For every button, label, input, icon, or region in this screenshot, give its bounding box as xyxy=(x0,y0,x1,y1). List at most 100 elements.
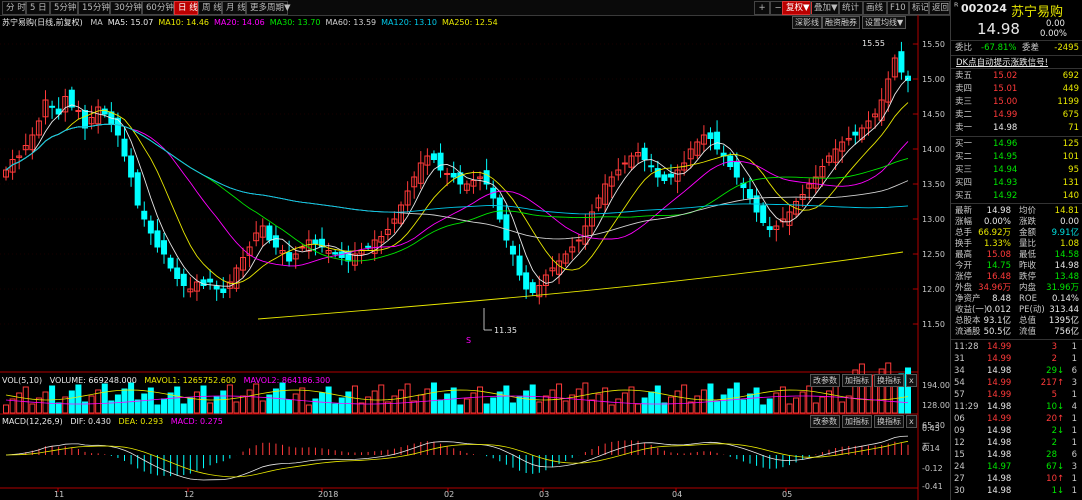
volume-bar xyxy=(55,402,62,414)
candle-body xyxy=(714,131,721,150)
candle-body xyxy=(437,152,444,171)
bid-row[interactable]: 买五 14.92 140 xyxy=(951,191,1082,202)
candle-body xyxy=(128,155,135,178)
price-tick: 15.00 xyxy=(922,75,945,84)
stat-row: 最新 14.98 均价 14.81 xyxy=(955,206,1079,216)
stat-row: 涨幅 0.00% 涨跌 0.00 xyxy=(955,217,1079,227)
volume-bar xyxy=(661,402,668,414)
volume-bar xyxy=(16,392,23,414)
ask-row[interactable]: 卖二 14.99 675 xyxy=(951,110,1082,121)
tick-row: 15 14.98 28 6 xyxy=(954,450,1077,460)
volume-bar xyxy=(681,384,688,414)
candle-body xyxy=(898,51,905,73)
vol-name: VOL(5,10) xyxy=(2,376,43,385)
volume-bar xyxy=(220,390,227,414)
volume-bar xyxy=(246,389,253,414)
tick-row: 30 14.98 1 ↓ 1 xyxy=(954,486,1077,496)
candle-body xyxy=(114,117,121,136)
bid-row[interactable]: 买一 14.96 125 xyxy=(951,139,1082,150)
vol-button-1[interactable]: 加指标 xyxy=(842,374,872,387)
macd-info-line: MACD(12,26,9) DIF: 0.430 DEA: 0.293 MACD… xyxy=(2,416,228,428)
ask-row[interactable]: 卖一 14.98 71 xyxy=(951,123,1082,134)
volume-bar xyxy=(305,404,312,414)
volume-bar xyxy=(259,400,266,414)
macd-button-0[interactable]: 改参数 xyxy=(810,415,840,428)
candle-body xyxy=(266,225,273,241)
vol-mavol1: MAVOL1: 1265752.600 xyxy=(144,376,237,385)
macd-tick: 0.14 xyxy=(922,444,940,453)
volume-bar xyxy=(786,403,793,414)
stock-code: 002024 xyxy=(961,2,1007,15)
volume-bar xyxy=(444,393,451,414)
volume-bar xyxy=(582,382,589,414)
candle-body xyxy=(286,252,293,262)
macd-button-1[interactable]: 加指标 xyxy=(842,415,872,428)
volume-bar xyxy=(213,396,220,414)
price-tick: 15.50 xyxy=(922,40,945,49)
volume-bar xyxy=(187,397,194,414)
volume-bar xyxy=(174,386,181,414)
macd-button-2[interactable]: 换指标 xyxy=(874,415,904,428)
price-tick: 12.00 xyxy=(922,285,945,294)
macd-button-3[interactable]: x xyxy=(906,415,917,428)
bid-row[interactable]: 买三 14.94 95 xyxy=(951,165,1082,176)
volume-bar xyxy=(22,386,29,414)
ask-row[interactable]: 卖四 15.01 449 xyxy=(951,84,1082,95)
ma5-line xyxy=(5,77,909,287)
volume-bar xyxy=(29,403,36,414)
volume-bar xyxy=(845,395,852,414)
vol-tick: 128.00 xyxy=(922,401,950,410)
volume-bar xyxy=(88,395,95,414)
volume-bar xyxy=(556,383,563,414)
order-ratio-row: 委比 -67.81% 委差 -2495 xyxy=(955,43,1079,53)
volume-bar xyxy=(128,382,135,414)
ask-row[interactable]: 卖五 15.02 692 xyxy=(951,71,1082,82)
volume-bar xyxy=(483,403,490,414)
vol-button-0[interactable]: 改参数 xyxy=(810,374,840,387)
bid-row[interactable]: 买二 14.95 101 xyxy=(951,152,1082,163)
candle-body xyxy=(766,226,773,230)
volume-bar xyxy=(68,390,75,414)
date-tick: 2018 xyxy=(318,490,338,499)
candle-body xyxy=(503,214,510,241)
volume-bar xyxy=(3,404,9,414)
ma10-line xyxy=(5,102,909,284)
volume-bar xyxy=(542,395,549,414)
volume-bar xyxy=(779,386,786,414)
candle-body xyxy=(134,172,141,206)
dk-signal-link[interactable]: DK点自动提示涨跌信号! xyxy=(956,56,1048,68)
volume-bar xyxy=(338,397,345,414)
price-tick: 13.50 xyxy=(922,180,945,189)
vol-button-2[interactable]: 换指标 xyxy=(874,374,904,387)
candle-body xyxy=(220,288,227,293)
volume-bar xyxy=(345,391,352,414)
volume-bar xyxy=(694,395,701,414)
vol-mavol2: MAVOL2: 864186.300 xyxy=(243,376,331,385)
bid-row[interactable]: 买四 14.93 131 xyxy=(951,178,1082,189)
price-change: 0.00 xyxy=(1046,19,1065,29)
current-price: 14.98 xyxy=(977,20,1020,38)
candle-body xyxy=(272,235,279,248)
volume-bar xyxy=(654,385,661,414)
date-tick: 11 xyxy=(54,490,64,499)
volume-bar xyxy=(319,392,326,414)
volume-bar xyxy=(404,383,411,414)
ask-row[interactable]: 卖三 15.00 1199 xyxy=(951,97,1082,108)
volume-bar xyxy=(121,388,128,414)
volume-bar xyxy=(378,384,385,414)
candle-body xyxy=(161,240,168,255)
vol-button-3[interactable]: x xyxy=(906,374,917,387)
candle-body xyxy=(509,245,516,255)
volume-bar xyxy=(286,399,293,414)
volume-bar xyxy=(272,388,279,414)
volume-bar xyxy=(509,402,516,414)
stock-name: 苏宁易购 xyxy=(1011,5,1064,20)
candle-body xyxy=(430,153,437,160)
volume-bar xyxy=(799,391,806,414)
volume-bar xyxy=(648,391,655,414)
volume-bar xyxy=(615,398,622,414)
volume-bar xyxy=(167,392,174,414)
volume-bar xyxy=(207,402,214,414)
candle-body xyxy=(661,174,668,181)
volume-bar xyxy=(312,398,319,414)
